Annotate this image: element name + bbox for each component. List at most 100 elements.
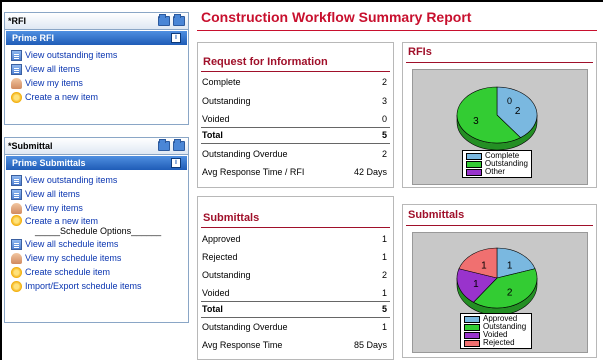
- row-label: Voided: [202, 114, 230, 124]
- folder-icon[interactable]: [173, 139, 185, 151]
- import-export-schedule-link[interactable]: Import/Export schedule items: [5, 279, 188, 293]
- row-value: 2: [381, 270, 387, 280]
- view-my-schedule-label: View my schedule items: [25, 253, 122, 263]
- prime-submittals-label: Prime Submittals: [12, 158, 86, 168]
- view-my-schedule-link[interactable]: View my schedule items: [5, 251, 188, 265]
- overdue-row: Outstanding Overdue 1: [202, 322, 387, 332]
- rfi-table-rule: [201, 71, 390, 72]
- rfi-panel: *RFI Prime RFI i View outstanding items …: [4, 12, 189, 125]
- submittal-chart-title: Submittals: [408, 209, 465, 221]
- total-label: Total: [202, 130, 223, 140]
- submittal-view-outstanding-label: View outstanding items: [25, 175, 118, 185]
- folder-icon[interactable]: [173, 14, 185, 26]
- rfi-view-my-label: View my items: [25, 78, 83, 88]
- table-row: Complete 2: [202, 77, 387, 87]
- open-folder-icon[interactable]: [158, 139, 170, 151]
- user-icon: [11, 77, 22, 89]
- rfi-panel-header: *RFI: [5, 13, 188, 30]
- row-label: Voided: [202, 288, 230, 298]
- avg-response-row: Avg Response Time 85 Days: [202, 340, 387, 350]
- legend-label: Other: [485, 167, 506, 176]
- submittal-chart-area: 1211 Approved Outstanding Voided Rejected: [412, 232, 588, 353]
- rfi-view-all-link[interactable]: View all items: [5, 62, 188, 76]
- overdue-row: Outstanding Overdue 2: [202, 149, 387, 159]
- total-label: Total: [202, 304, 223, 314]
- submittal-create-link[interactable]: Create a new item: [5, 215, 188, 226]
- list-filter-icon: [11, 174, 22, 186]
- row-label: Rejected: [202, 252, 238, 262]
- row-label: Outstanding: [202, 270, 251, 280]
- row-label: Complete: [202, 77, 241, 87]
- legend-swatch: [464, 339, 480, 347]
- view-all-schedule-label: View all schedule items: [25, 239, 119, 249]
- legend-swatch: [464, 331, 480, 339]
- pie-slice-label: 3: [473, 116, 479, 127]
- total-divider: [201, 143, 390, 144]
- rfi-view-outstanding-label: View outstanding items: [25, 50, 118, 60]
- row-value: 2: [381, 77, 387, 87]
- total-row: Total 5: [202, 304, 387, 314]
- rfi-create-link[interactable]: Create a new item: [5, 90, 188, 104]
- open-folder-icon[interactable]: [158, 14, 170, 26]
- row-value: 1: [381, 288, 387, 298]
- view-all-schedule-link[interactable]: View all schedule items: [5, 237, 188, 251]
- submittal-table-title: Submittals: [203, 212, 260, 224]
- avg-response-value: 42 Days: [353, 167, 387, 177]
- submittal-view-my-link[interactable]: View my items: [5, 201, 188, 215]
- pie-slice-label: 1: [481, 261, 487, 272]
- rfi-chart-title: RFIs: [408, 46, 432, 58]
- prime-rfi-section-bar: Prime RFI i: [6, 31, 187, 45]
- info-icon[interactable]: i: [171, 33, 181, 43]
- rfi-view-my-link[interactable]: View my items: [5, 76, 188, 90]
- rfi-chart-box: RFIs 2 3 0 Complete Outstanding Other: [402, 42, 597, 188]
- submittal-panel: *Submittal Prime Submittals i View outst…: [4, 137, 189, 323]
- total-divider: [201, 317, 390, 318]
- create-schedule-label: Create schedule item: [25, 267, 111, 277]
- import-export-icon: [11, 280, 22, 292]
- rfi-create-label: Create a new item: [25, 92, 99, 102]
- pie-slice-label: 1: [473, 279, 479, 290]
- overdue-label: Outstanding Overdue: [202, 322, 288, 332]
- rfi-chart-rule: [406, 62, 593, 63]
- avg-response-value: 85 Days: [353, 340, 387, 350]
- legend-swatch: [464, 315, 480, 323]
- submittal-view-all-link[interactable]: View all items: [5, 187, 188, 201]
- legend-swatch: [466, 152, 482, 160]
- rfi-panel-title: *RFI: [8, 16, 26, 26]
- info-icon[interactable]: i: [171, 158, 181, 168]
- report-title: Construction Workflow Summary Report: [201, 9, 472, 25]
- table-row: Voided 0: [202, 114, 387, 124]
- submittal-view-outstanding-link[interactable]: View outstanding items: [5, 173, 188, 187]
- rfi-view-outstanding-link[interactable]: View outstanding items: [5, 48, 188, 62]
- create-schedule-link[interactable]: Create schedule item: [5, 265, 188, 279]
- submittal-summary-box: Submittals Approved 1 Rejected 1 Outstandi…: [197, 196, 394, 360]
- submittal-chart-rule: [406, 225, 593, 226]
- title-divider: [197, 30, 597, 31]
- submittal-view-all-label: View all items: [25, 189, 80, 199]
- legend-entry: Rejected: [464, 339, 528, 347]
- total-divider: [201, 301, 390, 302]
- table-row: Approved 1: [202, 234, 387, 244]
- list-icon: [11, 188, 22, 200]
- total-row: Total 5: [202, 130, 387, 140]
- legend-label: Rejected: [483, 338, 515, 347]
- new-item-star-icon: [11, 215, 22, 226]
- submittal-panel-title: *Submittal: [8, 141, 53, 151]
- avg-response-label: Avg Response Time / RFI: [202, 167, 305, 177]
- rfi-table-title: Request for Information: [203, 56, 328, 68]
- table-row: Outstanding 2: [202, 270, 387, 280]
- user-icon: [11, 202, 22, 214]
- new-item-star-icon: [11, 266, 22, 278]
- overdue-label: Outstanding Overdue: [202, 149, 288, 159]
- pie-slice-label: 1: [507, 261, 513, 272]
- list-filter-icon: [11, 49, 22, 61]
- submittal-chart-box: Submittals 1211 Approved Outstanding Voide…: [402, 204, 597, 358]
- total-divider: [201, 127, 390, 128]
- prime-submittals-section-bar: Prime Submittals i: [6, 156, 187, 170]
- legend-entry: Other: [466, 168, 528, 176]
- total-value: 5: [381, 130, 387, 140]
- avg-response-row: Avg Response Time / RFI 42 Days: [202, 167, 387, 177]
- avg-response-label: Avg Response Time: [202, 340, 283, 350]
- row-value: 0: [381, 114, 387, 124]
- prime-rfi-label: Prime RFI: [12, 33, 55, 43]
